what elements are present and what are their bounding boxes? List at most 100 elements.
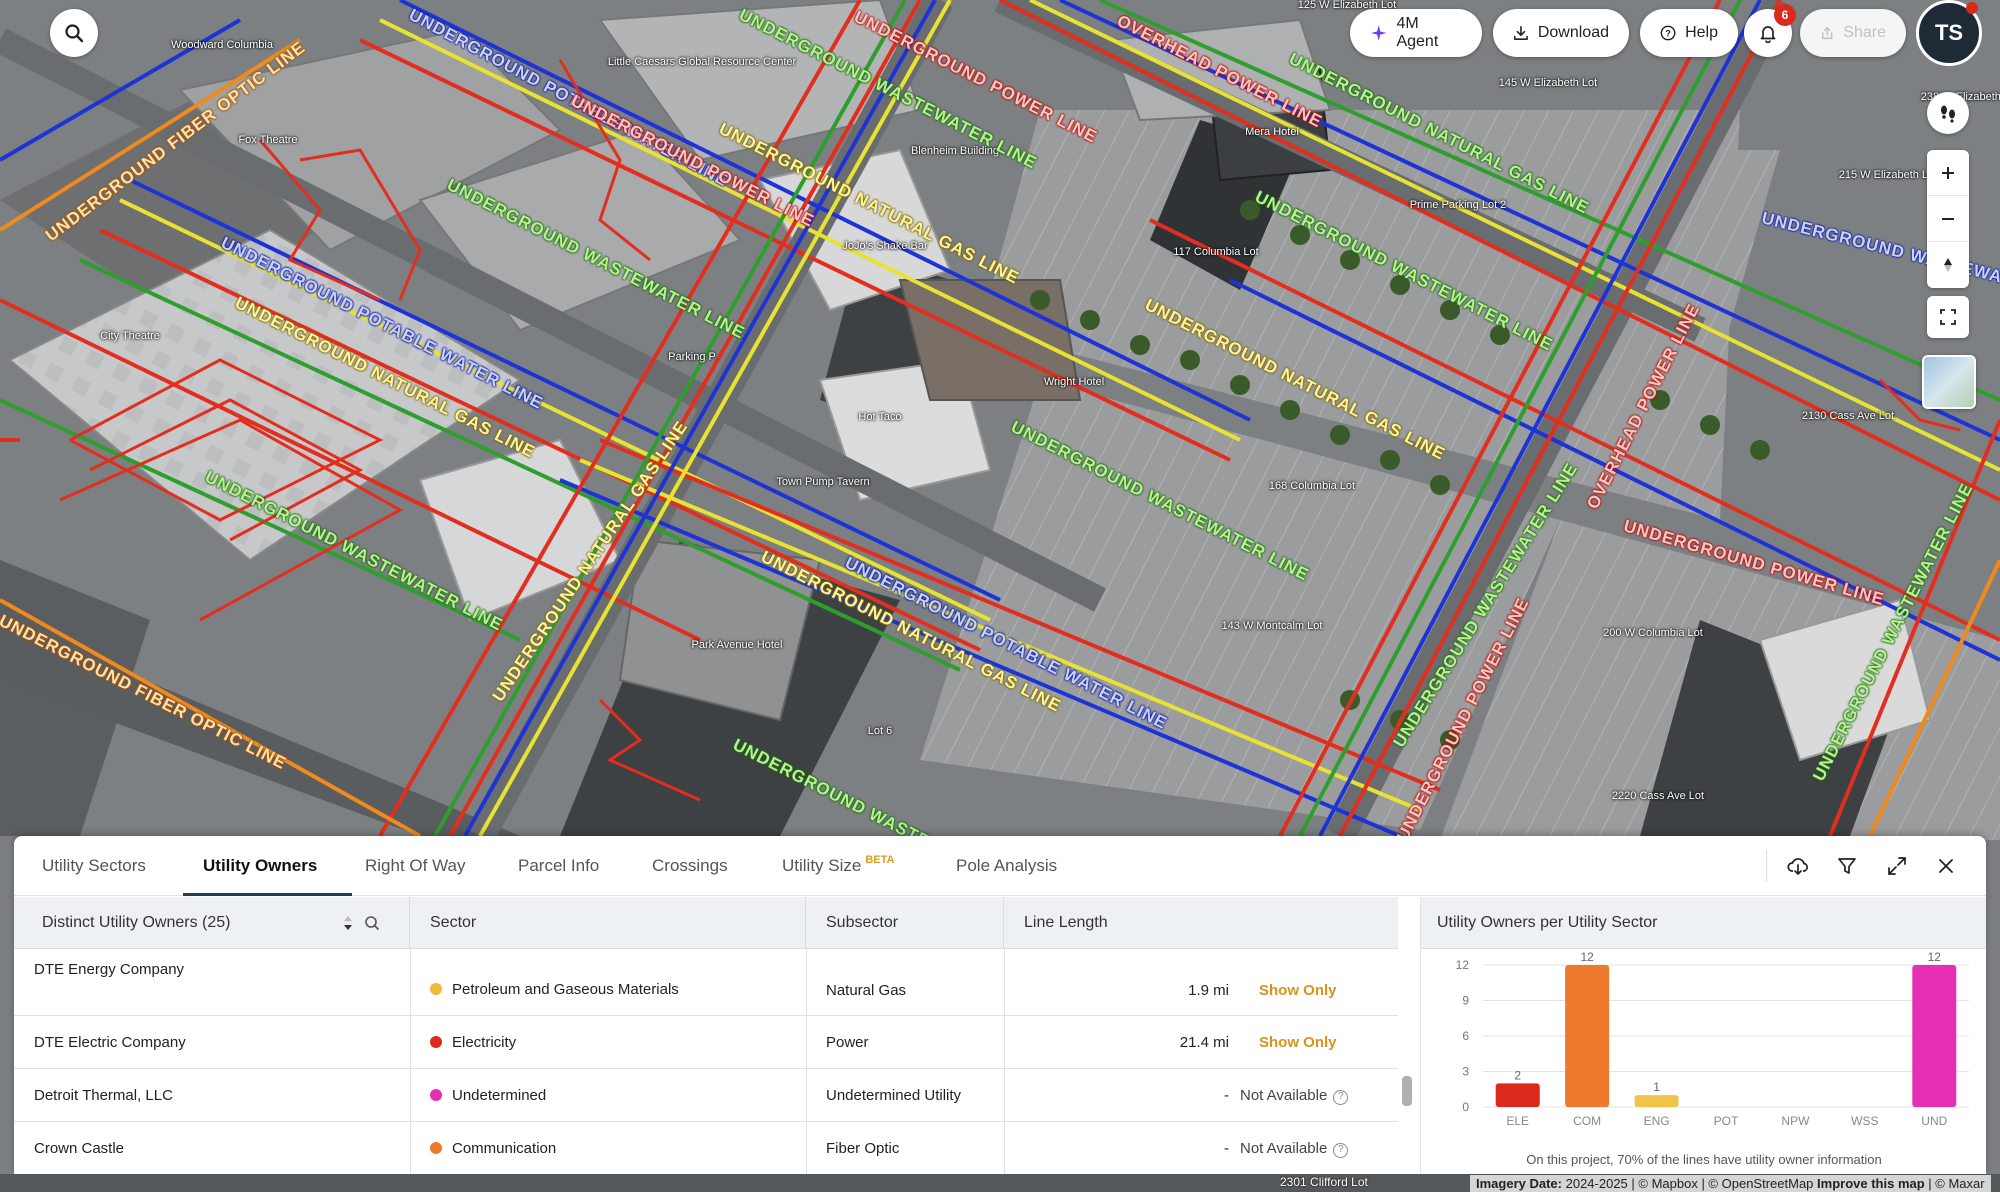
filter-button[interactable] xyxy=(1830,849,1864,883)
column-header-owner[interactable]: Distinct Utility Owners (25) xyxy=(14,897,410,949)
y-tick-label: 0 xyxy=(1462,1100,1469,1114)
column-header-length: Line Length xyxy=(1004,897,1398,949)
table-row[interactable]: DTE Electric Company Electricity Power 2… xyxy=(14,1016,1398,1069)
map-place-label[interactable]: Prime Parking Lot 2 xyxy=(1410,199,1507,211)
map-place-label[interactable]: Lot 6 xyxy=(868,725,892,737)
tab-label: Pole Analysis xyxy=(956,856,1058,875)
map-lot-label: 2301 Clifford Lot xyxy=(1280,1175,1368,1189)
panel-tabs: Utility Sectors Utility Owners Right Of … xyxy=(14,836,1986,896)
map-place-label[interactable]: Hot Taco xyxy=(858,411,901,423)
cloud-download-icon xyxy=(1787,858,1808,875)
map-place-label[interactable]: Town Pump Tavern xyxy=(776,476,869,488)
bell-icon xyxy=(1760,26,1776,43)
map-place-label[interactable]: 215 W Elizabeth Lot xyxy=(1839,169,1937,181)
search-button[interactable] xyxy=(50,9,98,57)
info-icon[interactable]: ? xyxy=(1333,1090,1349,1105)
line-length-cell: - xyxy=(1224,1087,1229,1104)
x-tick-label: WSS xyxy=(1851,1114,1878,1128)
info-icon[interactable]: ? xyxy=(1333,1143,1349,1158)
map-place-label[interactable]: 2220 Cass Ave Lot xyxy=(1612,790,1704,802)
filter-icon xyxy=(1838,858,1856,874)
tab-pole-analysis[interactable]: Pole Analysis xyxy=(956,836,1057,896)
zoom-in-button[interactable] xyxy=(1927,150,1969,196)
search-column-icon[interactable] xyxy=(364,915,380,931)
owners-chart-panel: Utility Owners per Utility Sector 0 3 6 9 12… xyxy=(1420,897,1986,1174)
map-place-label[interactable]: JoJo's Shake Bar xyxy=(842,240,927,252)
improve-map-link[interactable]: Improve this map xyxy=(1817,1176,1925,1191)
show-only-link[interactable]: Show Only xyxy=(1259,1034,1337,1051)
compass-icon xyxy=(1944,258,1952,272)
tab-label: Parcel Info xyxy=(518,856,600,875)
bar-value-label: 12 xyxy=(1928,950,1942,964)
compass-button[interactable] xyxy=(1927,242,1969,288)
tab-utility-owners[interactable]: Utility Owners xyxy=(203,836,317,896)
map-place-label[interactable]: Mera Hotel xyxy=(1245,126,1299,138)
table-row[interactable]: DTE Energy Company Petroleum and Gaseous… xyxy=(14,949,1398,1016)
chart-bar-com[interactable] xyxy=(1565,965,1610,1107)
map-place-label[interactable]: 145 W Elizabeth Lot xyxy=(1499,77,1597,89)
table-row[interactable]: Crown Castle Communication Fiber Optic -… xyxy=(14,1122,1398,1174)
tab-crossings[interactable]: Crossings xyxy=(652,836,728,896)
show-only-link[interactable]: Show Only xyxy=(1259,982,1337,999)
sector-cell: Petroleum and Gaseous Materials xyxy=(430,981,679,998)
expand-button[interactable] xyxy=(1880,849,1914,883)
sort-icon[interactable] xyxy=(342,915,354,931)
chart-bar-eng[interactable] xyxy=(1634,1095,1679,1107)
basemap-switcher[interactable] xyxy=(1922,355,1976,409)
chart-title: Utility Owners per Utility Sector xyxy=(1437,914,1658,931)
avatar-status-dot xyxy=(1966,2,1978,14)
map-place-label[interactable]: Little Caesars Global Resource Center xyxy=(608,56,796,68)
download-icon xyxy=(1513,26,1528,40)
agent-button[interactable]: 4M Agent xyxy=(1350,9,1482,57)
tab-utility-size[interactable]: Utility Size BETA xyxy=(782,836,895,896)
export-button[interactable] xyxy=(1781,849,1815,883)
sector-color-dot xyxy=(430,983,442,995)
sector-label: Communication xyxy=(452,1140,557,1157)
analysis-panel: Utility Sectors Utility Owners Right Of … xyxy=(14,836,1986,1174)
map-place-label[interactable]: 200 W Columbia Lot xyxy=(1603,627,1703,639)
tab-utility-sectors[interactable]: Utility Sectors xyxy=(42,836,146,896)
tab-parcel-info[interactable]: Parcel Info xyxy=(518,836,599,896)
fullscreen-icon xyxy=(1940,309,1956,325)
map-credits[interactable]: | © Mapbox | © OpenStreetMap xyxy=(1631,1176,1813,1191)
download-button[interactable]: Download xyxy=(1493,9,1629,57)
x-tick-label: COM xyxy=(1573,1114,1601,1128)
table-scrollbar-track[interactable] xyxy=(1402,949,1412,1174)
chart-bar-ele[interactable] xyxy=(1495,1083,1540,1107)
map-place-label[interactable]: 143 W Montcalm Lot xyxy=(1222,620,1323,632)
tab-right-of-way[interactable]: Right Of Way xyxy=(365,836,465,896)
help-button[interactable]: ? Help xyxy=(1640,9,1738,57)
sector-color-dot xyxy=(430,1142,442,1154)
close-panel-button[interactable] xyxy=(1929,849,1963,883)
imagery-date-label: Imagery Date: xyxy=(1476,1176,1562,1191)
imagery-date-value: 2024-2025 xyxy=(1565,1176,1628,1191)
line-length-cell: 1.9 mi xyxy=(1188,982,1229,999)
map-place-label[interactable]: Park Avenue Hotel xyxy=(692,639,783,651)
map-place-label[interactable]: City Theatre xyxy=(100,330,160,342)
sparkle-icon xyxy=(1370,25,1387,41)
tab-label: Utility Sectors xyxy=(42,856,146,875)
sector-label: Undetermined xyxy=(452,1087,547,1104)
street-view-button[interactable] xyxy=(1927,92,1969,134)
sector-label: Petroleum and Gaseous Materials xyxy=(452,981,679,998)
map-place-label[interactable]: 168 Columbia Lot xyxy=(1269,480,1355,492)
table-scrollbar-thumb[interactable] xyxy=(1402,1076,1412,1106)
owner-name: Crown Castle xyxy=(34,1140,125,1157)
map-place-label[interactable]: 2130 Cass Ave Lot xyxy=(1802,410,1894,422)
map-place-label[interactable]: Wright Hotel xyxy=(1044,376,1104,388)
chart-bar-und[interactable] xyxy=(1912,965,1957,1107)
tab-label: Utility Owners xyxy=(203,856,318,875)
map-place-label[interactable]: Woodward Columbia xyxy=(171,39,273,51)
owners-table: Distinct Utility Owners (25) Sector Subs… xyxy=(14,897,1398,1174)
map-place-label[interactable]: Fox Theatre xyxy=(238,134,297,146)
y-tick-label: 9 xyxy=(1462,994,1469,1008)
bar-value-label: 1 xyxy=(1653,1080,1660,1094)
column-header-sector: Sector xyxy=(410,897,806,949)
fullscreen-button[interactable] xyxy=(1927,296,1969,338)
chart-footnote: On this project, 70% of the lines have u… xyxy=(1526,1152,1882,1167)
zoom-out-button[interactable] xyxy=(1927,196,1969,242)
share-button[interactable]: Share xyxy=(1800,9,1906,57)
map-place-label[interactable]: Parking P xyxy=(668,351,716,363)
table-row[interactable]: Detroit Thermal, LLC Undetermined Undete… xyxy=(14,1069,1398,1122)
map-place-label[interactable]: 117 Columbia Lot xyxy=(1173,246,1258,258)
